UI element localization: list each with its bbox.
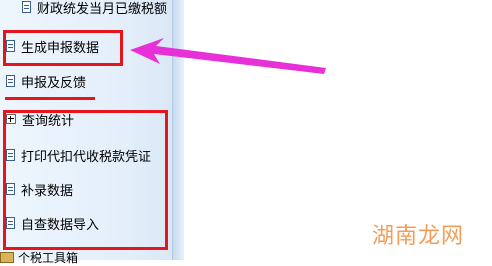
folder-icon bbox=[0, 251, 14, 263]
watermark: 湖南龙网 bbox=[371, 224, 464, 249]
document-icon bbox=[6, 75, 15, 87]
sidebar-item-tax-toolbox[interactable]: 个税工具箱 bbox=[0, 250, 79, 265]
sidebar-item-label: 申报及反馈 bbox=[21, 75, 87, 91]
highlight-box bbox=[3, 110, 168, 250]
sidebar-item-label: 财政统发当月已缴税额 bbox=[37, 1, 168, 17]
underline-mark bbox=[5, 97, 95, 100]
sidebar-item-declaration-feedback[interactable]: 申报及反馈 bbox=[6, 68, 86, 94]
document-icon bbox=[22, 1, 31, 13]
sidebar-item-fiscal-paid[interactable]: 财政统发当月已缴税额 bbox=[22, 0, 167, 20]
pointer-arrow-icon bbox=[130, 38, 326, 74]
highlight-box bbox=[3, 30, 123, 66]
sidebar-item-label: 个税工具箱 bbox=[18, 250, 79, 265]
